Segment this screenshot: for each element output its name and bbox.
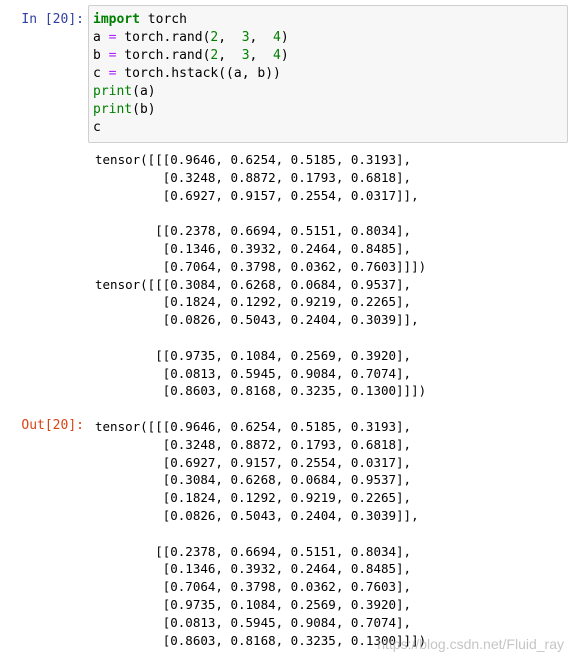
code-token: , [218, 30, 242, 45]
stream-output: tensor([[[0.9646, 0.6254, 0.5185, 0.3193… [95, 151, 426, 400]
output-line: [0.1824, 0.1292, 0.9219, 0.2265], [95, 490, 412, 506]
code-token: torch.rand( [116, 48, 211, 63]
code-token: print [93, 84, 133, 99]
output-line: [0.3248, 0.8872, 0.1793, 0.6818], [95, 169, 412, 185]
output-line: [0.1346, 0.3932, 0.2464, 0.8485], [95, 240, 412, 256]
code-token: 3 [241, 48, 250, 63]
code-token: (a) [132, 84, 156, 99]
output-line: [[0.2378, 0.6694, 0.5151, 0.8034], [95, 543, 412, 559]
code-token: a [93, 30, 109, 45]
output-line: [0.1346, 0.3932, 0.2464, 0.8485], [95, 561, 412, 577]
output-line: tensor([[[0.9646, 0.6254, 0.5185, 0.3193… [95, 152, 412, 167]
output-line: [0.6927, 0.9157, 0.2554, 0.0317], [95, 454, 412, 470]
code-token: torch [139, 12, 187, 27]
code-token: c [93, 120, 101, 135]
code-token: b [93, 48, 109, 63]
code-token: torch.hstack((a, b)) [116, 66, 281, 81]
output-line: tensor([[[0.9646, 0.6254, 0.5185, 0.3193… [95, 419, 412, 434]
output-line: [0.7064, 0.3798, 0.0362, 0.7603], [95, 579, 412, 595]
code-token: , [218, 48, 242, 63]
result-output: tensor([[[0.9646, 0.6254, 0.5185, 0.3193… [95, 418, 426, 649]
output-line: [[0.2378, 0.6694, 0.5151, 0.8034], [95, 223, 412, 239]
output-prompt: Out[20]: [21, 418, 84, 433]
output-line: [0.8603, 0.8168, 0.3235, 0.1300]]]) [95, 383, 427, 399]
output-line: [0.3248, 0.8872, 0.1793, 0.6818], [95, 436, 412, 452]
output-line: [0.0826, 0.5043, 0.2404, 0.3039]], [95, 312, 419, 328]
output-line: [0.0826, 0.5043, 0.2404, 0.3039]], [95, 507, 419, 523]
output-line: [0.3084, 0.6268, 0.0684, 0.9537], [95, 472, 412, 488]
output-line: [0.7064, 0.3798, 0.0362, 0.7603]]]) [95, 258, 427, 274]
code-token: print [93, 102, 133, 117]
input-prompt: In [20]: [21, 12, 84, 27]
code-token: torch.rand( [116, 30, 211, 45]
code-line: b = torch.rand(2, 3, 4) [93, 47, 563, 65]
code-token: ) [280, 30, 289, 45]
code-token: , [249, 48, 274, 63]
code-line: print(a) [93, 83, 563, 101]
code-token: 4 [273, 48, 281, 63]
output-line: [0.0813, 0.5945, 0.9084, 0.7074], [95, 614, 412, 630]
code-token: ) [280, 48, 289, 63]
code-token: import [93, 12, 140, 27]
code-line: print(b) [93, 101, 563, 119]
code-token: , [249, 30, 274, 45]
code-line: import torch [93, 11, 563, 29]
output-line: [0.1824, 0.1292, 0.9219, 0.2265], [95, 294, 412, 310]
output-line: tensor([[[0.3084, 0.6268, 0.0684, 0.9537… [95, 276, 412, 292]
code-token: 3 [241, 30, 250, 45]
code-token: c [93, 66, 109, 81]
output-line: [0.0813, 0.5945, 0.9084, 0.7074], [95, 365, 412, 381]
output-line: [0.9735, 0.1084, 0.2569, 0.3920], [95, 596, 412, 612]
code-line: c [93, 119, 563, 137]
output-line: [[0.9735, 0.1084, 0.2569, 0.3920], [95, 347, 412, 363]
code-token: 4 [273, 30, 281, 45]
output-line: [0.6927, 0.9157, 0.2554, 0.0317]], [95, 187, 419, 203]
watermark: https://blog.csdn.net/Fluid_ray [377, 636, 564, 652]
code-line: c = torch.hstack((a, b)) [93, 65, 563, 83]
code-token: (b) [132, 102, 156, 117]
code-input-area[interactable]: import torch a = torch.rand(2, 3, 4) b = t… [88, 5, 568, 143]
code-line: a = torch.rand(2, 3, 4) [93, 29, 563, 47]
